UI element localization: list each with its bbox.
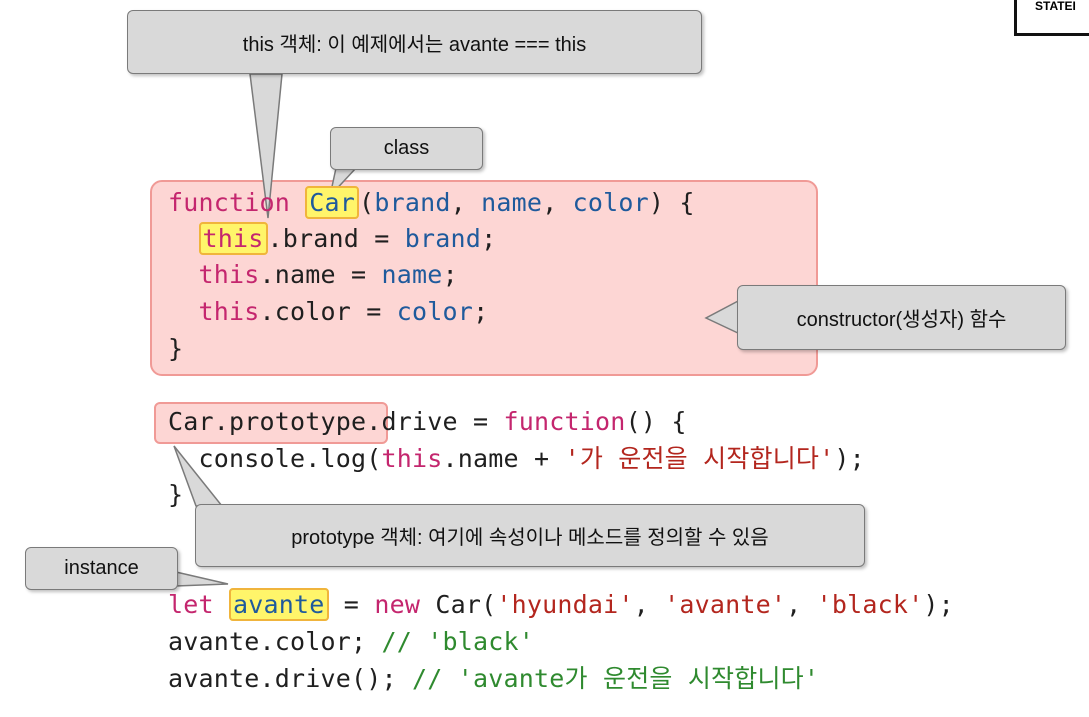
constructor-callout: constructor(생성자) 함수 [737, 285, 1066, 350]
console-log: console.log( [168, 444, 382, 473]
constructor-callout-pointer [704, 298, 741, 336]
instance-callout-text: instance [64, 557, 139, 579]
code-line-2: this .brand = brand; [168, 221, 496, 257]
param-brand: brand [374, 188, 451, 217]
class-callout-text: class [383, 137, 430, 159]
comma: , [786, 590, 817, 619]
new-keyword: new [374, 590, 421, 619]
semicolon: ; [481, 224, 497, 253]
code-line-4: this.color = color; [168, 294, 489, 330]
string-black: 'black' [816, 590, 924, 619]
code-line-1: function Car (brand, name, color) { [168, 185, 695, 221]
this-keyword: this [198, 260, 260, 289]
string-hyundai: 'hyundai' [496, 590, 634, 619]
paren-semicolon: ); [834, 444, 865, 473]
paren-close-brace: ) { [648, 188, 695, 217]
drive-string: '가 운전을 시작합니다' [564, 444, 835, 473]
this-keyword-highlighted: this [198, 222, 268, 255]
avante-color: avante.color; [168, 627, 382, 656]
instance-callout: instance [25, 547, 178, 590]
value-color: color [396, 297, 474, 326]
car-prototype: Car.prototype [168, 407, 367, 436]
paren-brace: () { [625, 407, 687, 436]
class-name-car: Car [305, 186, 360, 219]
name-concat: .name + [442, 444, 565, 473]
string-avante: 'avante' [664, 590, 787, 619]
code-line-3: this.name = name; [168, 257, 458, 293]
prototype-object-callout: prototype 객체: 여기에 속성이나 메소드를 정의할 수 있음 [195, 504, 865, 567]
corner-label: STATEI [1035, 0, 1076, 13]
comma: , [542, 188, 573, 217]
avante-drive: avante.drive(); [168, 664, 413, 693]
closing-brace: } [168, 480, 184, 509]
code-line-7: console.log(this.name + '가 운전을 시작합니다'); [168, 441, 865, 477]
param-color: color [572, 188, 649, 217]
function-keyword: function [503, 407, 626, 436]
code-line-9: let avante = new Car('hyundai', 'avante'… [168, 587, 954, 623]
code-line-11: avante.drive(); // 'avante가 운전을 시작합니다' [168, 661, 819, 697]
semicolon: ; [473, 297, 489, 326]
value-brand: brand [404, 224, 482, 253]
corner-box: STATEI [1014, 0, 1089, 36]
class-callout: class [330, 127, 483, 170]
comment-drive: // 'avante가 운전을 시작합니다' [412, 664, 820, 693]
comma: , [633, 590, 665, 619]
code-line-5: } [168, 331, 183, 367]
closing-brace: } [168, 334, 184, 363]
prototype-object-callout-text: prototype 객체: 여기에 속성이나 메소드를 정의할 수 있음 [291, 527, 769, 549]
assign-brand: .brand = [267, 224, 405, 253]
paren-open: ( [359, 188, 375, 217]
constructor-callout-text: constructor(생성자) 함수 [796, 309, 1007, 331]
this-object-callout: this 객체: 이 예제에서는 avante === this [127, 10, 702, 74]
function-keyword: function [168, 188, 291, 217]
this-object-callout-text: this 객체: 이 예제에서는 avante === this [242, 33, 587, 56]
semicolon: ; [442, 260, 458, 289]
param-name: name [481, 188, 543, 217]
comment-black: // 'black' [381, 627, 535, 656]
assign-name: .name = [259, 260, 382, 289]
car-call: Car( [420, 590, 497, 619]
assign-color: .color = [259, 297, 397, 326]
let-keyword: let [168, 590, 214, 619]
code-line-8: } [168, 477, 183, 513]
instance-avante: avante [229, 588, 329, 621]
this-keyword: this [198, 297, 260, 326]
code-line-10: avante.color; // 'black' [168, 624, 534, 660]
paren-semicolon: ); [923, 590, 954, 619]
equals: = [328, 590, 375, 619]
code-line-6: Car.prototype.drive = function() { [168, 404, 687, 440]
instance-callout-pointer [175, 571, 229, 587]
comma: , [450, 188, 482, 217]
drive-assign: .drive = [366, 407, 504, 436]
value-name: name [381, 260, 443, 289]
this-keyword: this [381, 444, 443, 473]
